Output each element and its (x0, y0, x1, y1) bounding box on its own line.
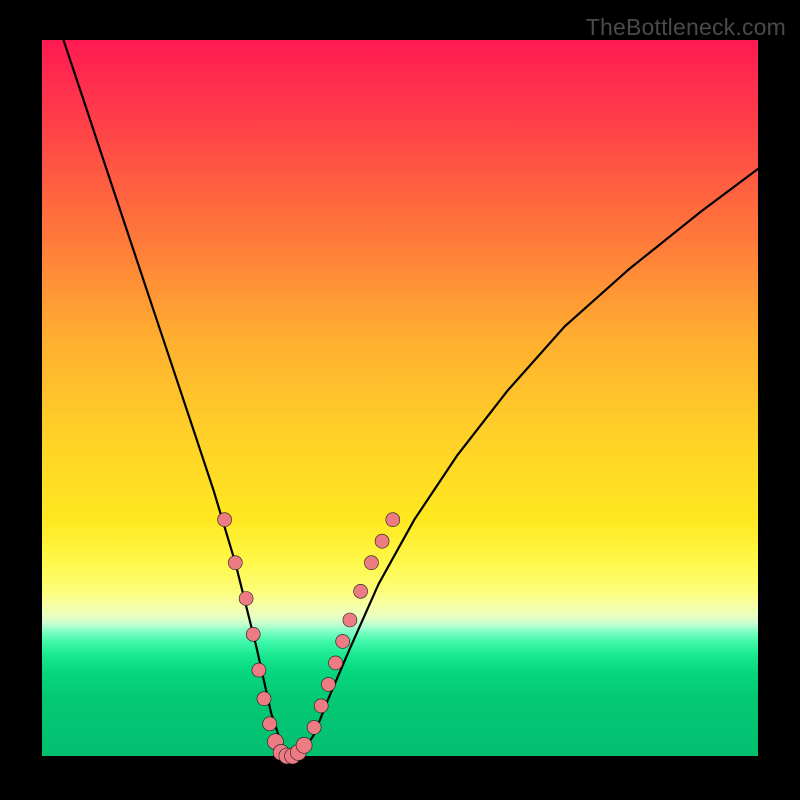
marker-point (375, 534, 389, 548)
marker-point (228, 556, 242, 570)
marker-point (336, 634, 350, 648)
marker-point (252, 663, 266, 677)
marker-point (329, 656, 343, 670)
marker-point (246, 627, 260, 641)
marker-point (314, 699, 328, 713)
marker-point (218, 513, 232, 527)
chart-svg (42, 40, 758, 756)
marker-group (218, 513, 400, 764)
watermark-text: TheBottleneck.com (586, 14, 786, 41)
marker-point (257, 692, 271, 706)
marker-point (364, 556, 378, 570)
marker-point (343, 613, 357, 627)
marker-point (296, 737, 312, 753)
marker-point (263, 717, 277, 731)
bottleneck-curve (42, 0, 758, 756)
marker-point (307, 720, 321, 734)
marker-point (321, 677, 335, 691)
marker-point (239, 592, 253, 606)
marker-point (354, 584, 368, 598)
marker-point (386, 513, 400, 527)
